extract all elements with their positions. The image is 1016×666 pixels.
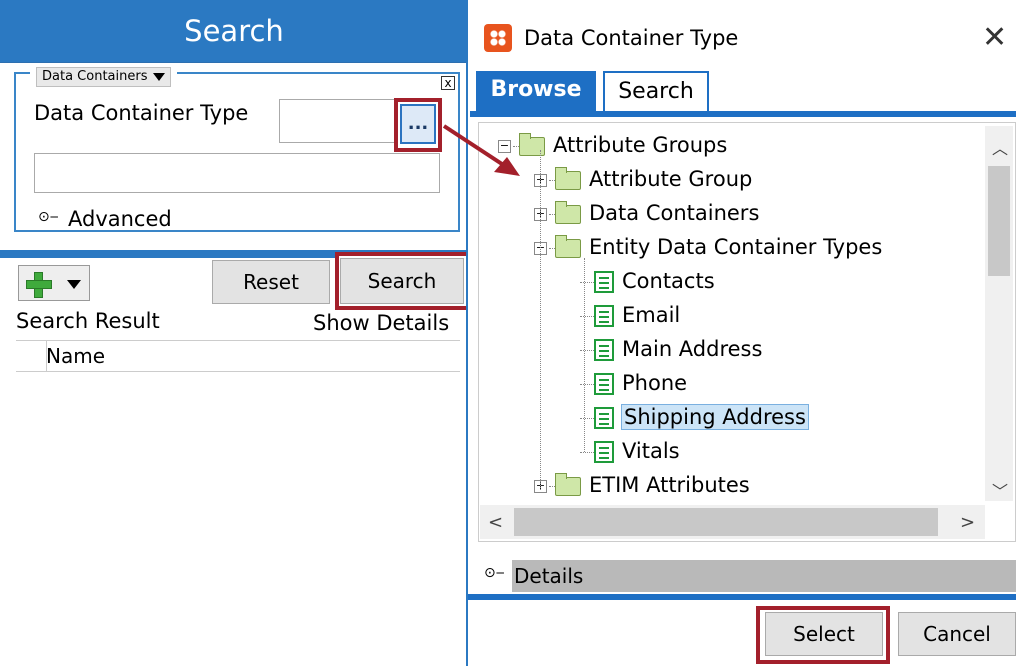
tree-connector bbox=[580, 417, 594, 419]
tree-item-label: Main Address bbox=[622, 337, 763, 361]
tree-connector bbox=[580, 281, 594, 283]
tree-item[interactable]: + Data Containers bbox=[534, 198, 759, 228]
document-icon bbox=[594, 305, 614, 327]
data-container-type-label: Data Container Type bbox=[34, 101, 249, 125]
collapse-icon[interactable]: − bbox=[498, 139, 511, 153]
tree-item-label: Attribute Groups bbox=[553, 133, 728, 157]
tree-item[interactable]: Contacts bbox=[580, 266, 715, 296]
tree-item[interactable]: Main Address bbox=[580, 334, 762, 364]
reset-button[interactable]: Reset bbox=[212, 260, 330, 304]
show-details-link[interactable]: Show Details bbox=[313, 311, 449, 335]
document-icon bbox=[594, 339, 614, 361]
tree-item-label: Vitals bbox=[622, 439, 680, 463]
scroll-left-icon[interactable]: < bbox=[488, 512, 503, 533]
tree-item-label: Entity Data Container Types bbox=[589, 235, 883, 259]
tree-item[interactable]: Shipping Address bbox=[580, 402, 809, 432]
tree-item[interactable]: Phone bbox=[580, 368, 687, 398]
tree-item-label: Shipping Address bbox=[621, 404, 809, 430]
chevron-down-icon bbox=[153, 72, 166, 81]
tree-item-label: Contacts bbox=[622, 269, 715, 293]
folder-icon bbox=[555, 472, 581, 496]
group-close-icon[interactable]: x bbox=[441, 76, 455, 90]
tree-guide-line bbox=[540, 150, 541, 490]
tree-guide-line bbox=[584, 258, 585, 452]
vertical-scroll-thumb[interactable] bbox=[988, 166, 1010, 276]
data-container-type-input[interactable] bbox=[279, 99, 399, 143]
tree-item[interactable]: + ETIM Attributes bbox=[534, 470, 750, 500]
browse-button[interactable]: ... bbox=[400, 104, 436, 144]
tree-connector bbox=[580, 315, 594, 317]
tab-search[interactable]: Search bbox=[603, 71, 709, 111]
folder-icon bbox=[555, 200, 581, 224]
dialog-title: Data Container Type bbox=[524, 26, 739, 50]
chevron-down-icon bbox=[67, 280, 81, 289]
tree-item[interactable]: Email bbox=[580, 300, 680, 330]
tree-item-label: Attribute Group bbox=[589, 167, 753, 191]
close-icon[interactable]: ✕ bbox=[982, 20, 1007, 55]
tree-item-label: Phone bbox=[622, 371, 688, 395]
tree-connector bbox=[580, 451, 594, 453]
cancel-button[interactable]: Cancel bbox=[898, 612, 1016, 656]
search-button[interactable]: Search bbox=[340, 258, 464, 304]
name-column-header[interactable]: Name bbox=[46, 344, 105, 368]
app-logo-icon bbox=[484, 24, 512, 52]
details-toggle-icon[interactable]: ⊙‒ bbox=[484, 565, 505, 581]
advanced-toggle-icon[interactable]: ⊙‒ bbox=[38, 209, 59, 225]
scroll-up-icon[interactable]: ︿ bbox=[992, 135, 1008, 159]
tree-item[interactable]: + Attribute Group bbox=[534, 164, 752, 194]
folder-icon bbox=[555, 166, 581, 190]
document-icon bbox=[594, 373, 614, 395]
advanced-toggle[interactable]: Advanced bbox=[68, 207, 172, 231]
details-toggle[interactable]: Details bbox=[512, 560, 1016, 592]
horizontal-scroll-thumb[interactable] bbox=[514, 508, 938, 536]
folder-icon bbox=[555, 234, 581, 258]
document-icon bbox=[594, 407, 614, 429]
group-selector-label: Data Containers bbox=[42, 69, 148, 84]
search-panel-title: Search bbox=[0, 0, 470, 63]
tree-connector bbox=[580, 383, 594, 385]
select-all-checkbox[interactable] bbox=[16, 341, 47, 371]
tab-browse[interactable]: Browse bbox=[476, 71, 596, 111]
tree-connector bbox=[580, 349, 594, 351]
tab-underline bbox=[470, 111, 1016, 117]
tree-item-label: Email bbox=[622, 303, 681, 327]
tree-item[interactable]: − Entity Data Container Types bbox=[534, 232, 882, 262]
select-button[interactable]: Select bbox=[765, 612, 883, 656]
tree-item[interactable]: Vitals bbox=[580, 436, 680, 466]
search-result-label: Search Result bbox=[16, 309, 160, 333]
scroll-down-icon[interactable]: ﹀ bbox=[992, 478, 1008, 502]
scroll-right-icon[interactable]: > bbox=[960, 512, 975, 533]
document-icon bbox=[594, 441, 614, 463]
folder-icon bbox=[519, 132, 545, 156]
add-button[interactable] bbox=[18, 265, 90, 301]
group-selector-dropdown[interactable]: Data Containers bbox=[30, 66, 178, 88]
document-icon bbox=[594, 271, 614, 293]
value-input[interactable] bbox=[34, 153, 440, 193]
dialog-footer-divider bbox=[468, 594, 1016, 600]
tree-item-label: ETIM Attributes bbox=[589, 473, 750, 497]
plus-icon bbox=[25, 271, 52, 298]
tree-item[interactable]: − Attribute Groups bbox=[498, 130, 727, 160]
tree-item-label: Data Containers bbox=[589, 201, 760, 225]
